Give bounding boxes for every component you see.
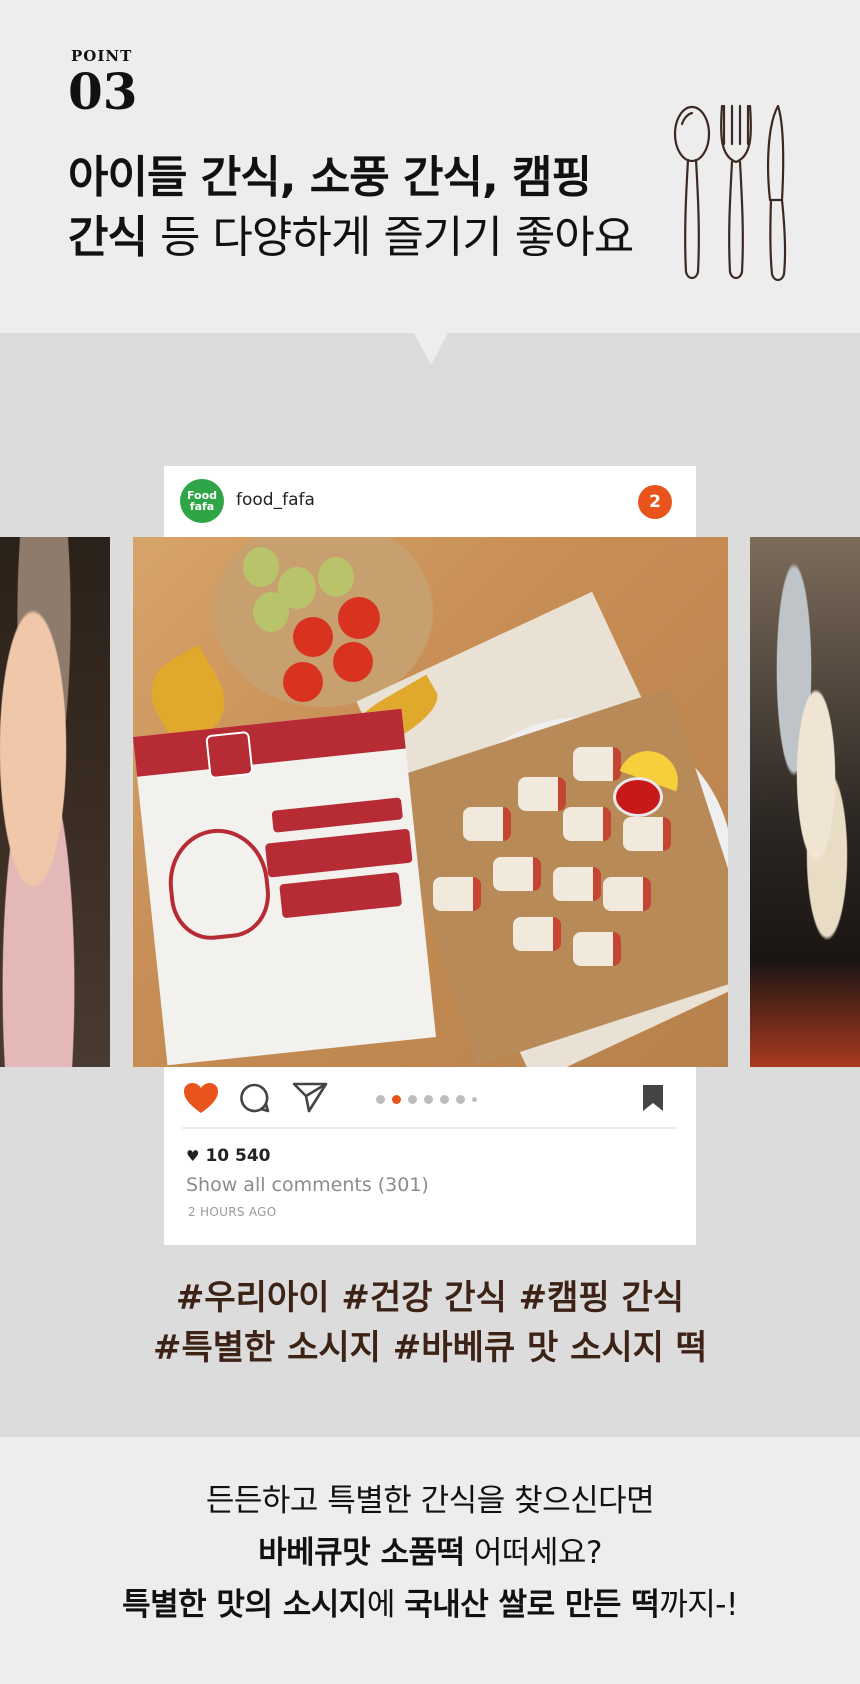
likes-value: 10 540 [205, 1146, 271, 1166]
rice-cake-piece [493, 857, 541, 891]
point-number: 03 [68, 62, 138, 121]
divider [182, 1127, 678, 1129]
notification-badge[interactable]: 2 [638, 485, 672, 519]
carousel-dot[interactable] [392, 1094, 401, 1104]
cutlery-illustration [673, 104, 787, 282]
grape [243, 547, 279, 587]
rice-cake-piece [573, 747, 621, 781]
rice-cake-piece [463, 807, 511, 841]
tomato [333, 642, 373, 682]
tomato [293, 617, 333, 657]
rice-cake-piece [518, 777, 566, 811]
knife-icon [766, 104, 787, 282]
rice-cake-piece [563, 807, 611, 841]
headline-line-2-rest: 등 다양하게 즐기기 좋아요 [146, 212, 634, 263]
hashtags: #우리아이 #건강 간식 #캠핑 간식 #특별한 소시지 #바베큐 맛 소시지 … [0, 1273, 860, 1373]
spoon-icon [673, 105, 711, 280]
post-header: Food fafa food_fafa 2 [164, 466, 696, 537]
package-title-band [264, 828, 413, 878]
header-pointer [414, 333, 448, 365]
heart-small-icon: ♥ [186, 1147, 200, 1165]
likes-count: ♥ 10 540 [186, 1146, 271, 1166]
product-package [133, 708, 437, 1066]
post-photo[interactable] [133, 537, 728, 1067]
footer-line-3-end: 까지-! [659, 1587, 738, 1623]
carousel-dot[interactable] [456, 1094, 465, 1104]
rice-cake-piece [603, 877, 651, 911]
hashtags-line-1: #우리아이 #건강 간식 #캠핑 간식 [175, 1278, 685, 1318]
footer-line-2: 바베큐맛 소품떡 어떠세요? [0, 1527, 860, 1579]
carousel-dot[interactable] [440, 1094, 449, 1104]
footer-line-2-bold: 바베큐맛 소품떡 [258, 1535, 465, 1571]
grape [253, 592, 289, 632]
rice-cake-piece [553, 867, 601, 901]
comment-icon[interactable] [239, 1082, 271, 1114]
post-footer: ♥ 10 540 Show all comments (301) 2 HOURS … [164, 1067, 696, 1245]
footer-line-3-mid: 에 [366, 1587, 405, 1623]
bookmark-icon[interactable] [642, 1084, 664, 1112]
headline: 아이들 간식, 소풍 간식, 캠핑 간식 등 다양하게 즐기기 좋아요 [68, 148, 668, 268]
footer-line-3-bold-a: 특별한 맛의 소시지 [122, 1587, 367, 1623]
package-title-band [279, 871, 403, 919]
heart-icon[interactable] [182, 1081, 220, 1115]
carousel-next-photo[interactable] [750, 537, 860, 1067]
rice-cake-piece [433, 877, 481, 911]
carousel-dot[interactable] [424, 1094, 433, 1104]
rice-cake-piece [623, 817, 671, 851]
headline-line-2-bold: 간식 [68, 212, 148, 263]
footer-line-3: 특별한 맛의 소시지에 국내산 쌀로 만든 떡까지-! [0, 1579, 860, 1631]
carousel-dot[interactable] [376, 1094, 385, 1104]
carousel-dot[interactable] [472, 1096, 477, 1102]
carousel-dot[interactable] [408, 1094, 417, 1104]
headline-line-1: 아이들 간식, 소풍 간식, 캠핑 [68, 152, 592, 203]
hashtags-line-2: #특별한 소시지 #바베큐 맛 소시지 떡 [152, 1328, 708, 1368]
sauce-cup [613, 777, 663, 817]
rice-cake-piece [573, 932, 621, 966]
show-comments-link[interactable]: Show all comments (301) [186, 1174, 429, 1196]
fork-icon [720, 104, 752, 280]
send-icon[interactable] [292, 1081, 328, 1113]
footer-line-3-bold-b: 국내산 쌀로 만든 떡 [404, 1587, 660, 1623]
post-timestamp: 2 HOURS AGO [188, 1205, 277, 1219]
package-logo [205, 730, 254, 780]
avatar[interactable]: Food fafa [180, 479, 224, 523]
grape [318, 557, 354, 597]
avatar-text-2: fafa [189, 500, 215, 513]
package-title-band [271, 797, 404, 833]
tomato [283, 662, 323, 702]
footer-section: 든든하고 특별한 간식을 찾으신다면 바베큐맛 소품떡 어떠세요? 특별한 맛의… [0, 1437, 860, 1684]
rice-cake-piece [513, 917, 561, 951]
chef-illustration [163, 823, 275, 944]
username[interactable]: food_fafa [236, 490, 315, 510]
carousel-indicator[interactable] [376, 1094, 477, 1104]
footer-line-1: 든든하고 특별한 간식을 찾으신다면 [205, 1483, 655, 1519]
tomato [338, 597, 380, 639]
header-section: POINT 03 아이들 간식, 소풍 간식, 캠핑 간식 등 다양하게 즐기기… [0, 0, 860, 365]
carousel-prev-photo[interactable] [0, 537, 110, 1067]
footer-line-2-rest: 어떠세요? [464, 1535, 603, 1571]
